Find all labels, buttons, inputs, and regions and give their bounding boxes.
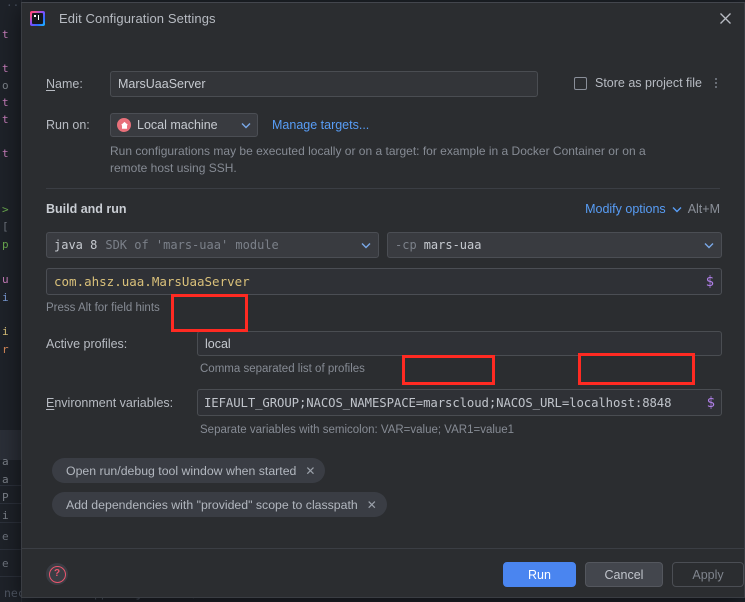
- press-alt-hint: Press Alt for field hints: [46, 302, 160, 314]
- run-on-value: Local machine: [137, 118, 218, 132]
- classpath-module-dropdown[interactable]: -cp mars-uaa: [387, 232, 722, 258]
- macro-dollar-icon[interactable]: $: [706, 274, 714, 290]
- bg-frag: a: [2, 455, 9, 468]
- sdk-value: java 8: [54, 238, 98, 252]
- modify-options-shortcut: Alt+M: [687, 202, 720, 216]
- option-chip-label: Open run/debug tool window when started: [66, 463, 297, 478]
- home-icon: [117, 118, 131, 132]
- classpath-prefix: -cp: [395, 238, 417, 252]
- environment-variables-label: Environment variables:: [46, 396, 174, 410]
- bg-frag: p: [2, 238, 9, 251]
- dialog-title: Edit Configuration Settings: [59, 10, 216, 26]
- more-options-icon[interactable]: [710, 75, 722, 91]
- close-icon[interactable]: ✕: [305, 464, 315, 478]
- close-icon[interactable]: ✕: [367, 498, 377, 512]
- bg-frag: t: [2, 28, 9, 41]
- run-on-row: Run on: Local machine Manage targets...: [46, 113, 369, 137]
- modify-options-group: Modify options Alt+M: [585, 202, 720, 216]
- active-profiles-label: Active profiles:: [46, 337, 128, 351]
- environment-variables-hint: Separate variables with semicolon: VAR=v…: [200, 424, 515, 436]
- name-input[interactable]: [110, 71, 538, 97]
- run-button[interactable]: Run: [503, 562, 576, 587]
- bg-frag: o: [2, 79, 9, 92]
- apply-button[interactable]: Apply: [672, 562, 744, 587]
- chevron-down-icon: [241, 122, 251, 129]
- store-as-project-file-checkbox[interactable]: [574, 76, 587, 90]
- bg-frag: >: [2, 203, 9, 216]
- bg-frag: u: [2, 273, 9, 286]
- run-on-label: Run on:: [46, 118, 90, 132]
- main-class-field[interactable]: com.ahsz.uaa.MarsUaaServer $: [46, 268, 722, 295]
- option-chip-label: Add dependencies with "provided" scope t…: [66, 497, 358, 512]
- bg-frag: t: [2, 147, 9, 160]
- chevron-down-icon: [704, 242, 714, 249]
- dialog-titlebar: Edit Configuration Settings: [22, 3, 744, 33]
- active-profiles-hint: Comma separated list of profiles: [200, 363, 365, 375]
- name-row: Name: Store as project file: [46, 71, 722, 97]
- bg-frag: t: [2, 96, 9, 109]
- macro-dollar-icon[interactable]: $: [707, 395, 715, 411]
- sdk-description: SDK of 'mars-uaa' module: [105, 238, 279, 252]
- bg-frag: t: [2, 113, 9, 126]
- footer-divider: [22, 548, 744, 549]
- close-icon[interactable]: [714, 8, 736, 28]
- help-icon[interactable]: ?: [46, 563, 68, 585]
- jre-sdk-dropdown[interactable]: java 8 SDK of 'mars-uaa' module: [46, 232, 379, 258]
- bg-frag: i: [2, 291, 9, 304]
- environment-variables-field[interactable]: IEFAULT_GROUP;NACOS_NAMESPACE=marscloud;…: [197, 389, 722, 416]
- bg-frag: r: [2, 343, 9, 356]
- build-and-run-heading: Build and run: [46, 202, 127, 216]
- classpath-value: mars-uaa: [423, 238, 482, 252]
- edit-configuration-dialog: Edit Configuration Settings Name: Store …: [21, 2, 745, 598]
- run-on-dropdown[interactable]: Local machine: [110, 113, 258, 137]
- bg-frag: [: [2, 220, 9, 233]
- intellij-idea-icon: [30, 10, 45, 26]
- main-class-value: com.ahsz.uaa.MarsUaaServer: [54, 274, 250, 289]
- active-profiles-input[interactable]: [197, 331, 722, 356]
- chevron-down-icon: [361, 242, 371, 249]
- option-chip[interactable]: Add dependencies with "provided" scope t…: [52, 492, 387, 517]
- bg-frag: t: [2, 62, 9, 75]
- section-divider: [46, 188, 720, 189]
- bg-frag: i: [2, 325, 9, 338]
- environment-variables-value: IEFAULT_GROUP;NACOS_NAMESPACE=marscloud;…: [204, 395, 672, 410]
- screen: ··· ··········· ···· ············ t t o …: [0, 0, 745, 602]
- store-as-project-file-label: Store as project file: [595, 76, 702, 90]
- name-label: Name:: [46, 77, 83, 91]
- modify-options-link[interactable]: Modify options: [585, 202, 666, 216]
- bg-frag: i: [2, 509, 9, 522]
- option-chip[interactable]: Open run/debug tool window when started …: [52, 458, 326, 483]
- store-as-project-file-group: Store as project file: [574, 75, 722, 91]
- bg-frag: e: [2, 557, 9, 570]
- manage-targets-link[interactable]: Manage targets...: [272, 118, 369, 132]
- cancel-button[interactable]: Cancel: [585, 562, 663, 587]
- bg-frag: e: [2, 530, 9, 543]
- chevron-down-icon[interactable]: [672, 206, 682, 213]
- sdk-classpath-row: java 8 SDK of 'mars-uaa' module -cp mars…: [46, 232, 722, 258]
- run-on-hint: Run configurations may be executed local…: [110, 144, 646, 175]
